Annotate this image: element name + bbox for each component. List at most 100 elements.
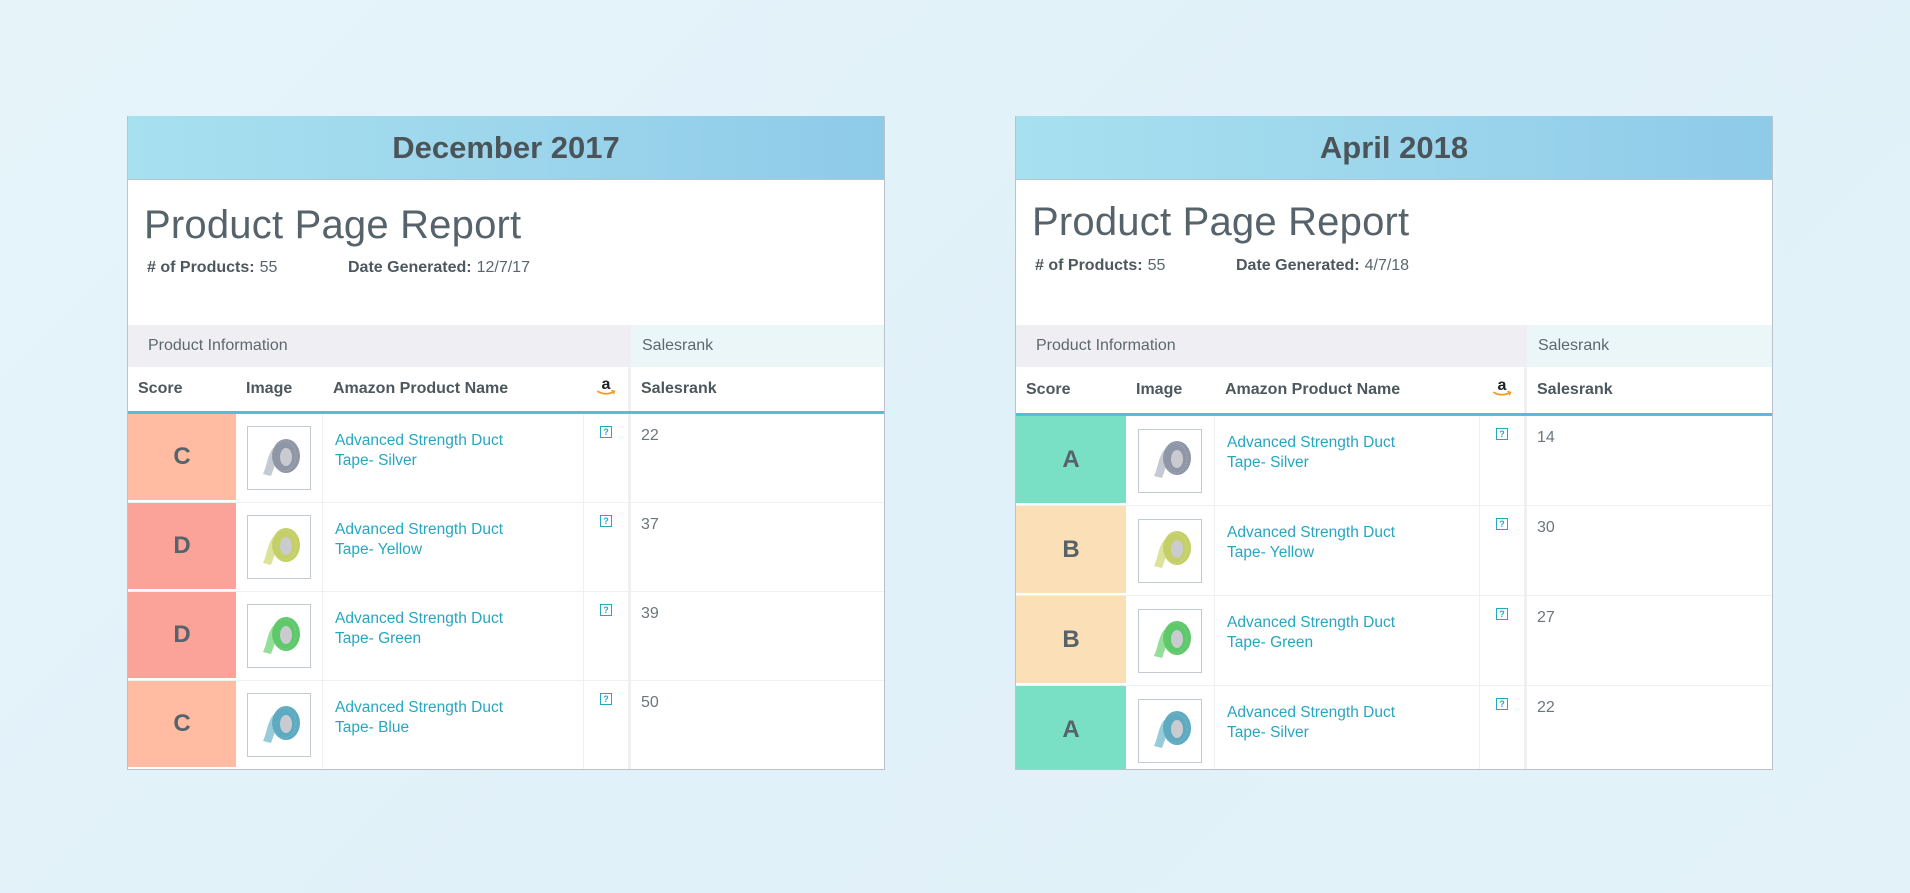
product-count: # of Products: 55 (1035, 257, 1236, 275)
product-name-cell: Advanced Strength Duct Tape- Silver (323, 414, 584, 502)
table-row: C Advanced Strength Duct Tape- Blue? 50 (128, 681, 884, 769)
product-image-cell (236, 414, 323, 502)
date-generated-value: 12/7/17 (476, 259, 530, 276)
column-header-amazon: a (1480, 367, 1527, 413)
column-header-image: Image (246, 380, 293, 397)
column-header-score[interactable]: Score (128, 367, 236, 411)
product-name-link[interactable]: Advanced Strength Duct Tape- Silver (335, 431, 525, 471)
help-icon[interactable]: ? (1496, 428, 1508, 440)
help-icon[interactable]: ? (600, 604, 612, 616)
amazon-link-cell: ? (1480, 506, 1527, 595)
report-meta: # of Products: 55 Date Generated: 12/7/1… (147, 259, 530, 277)
column-header-row: Score Image Amazon Product Name a Salesr… (128, 367, 884, 414)
score-badge: C (128, 414, 236, 502)
column-header-product-name[interactable]: Amazon Product Name (1215, 367, 1480, 413)
help-icon[interactable]: ? (600, 515, 612, 527)
product-image-cell (1126, 506, 1215, 595)
product-name-cell: Advanced Strength Duct Tape- Yellow (323, 503, 584, 591)
amazon-logo-icon: a (1491, 377, 1513, 404)
help-icon[interactable]: ? (1496, 698, 1508, 710)
amazon-link-cell: ? (1480, 596, 1527, 685)
date-generated-label: Date Generated: (348, 259, 472, 276)
amazon-link-cell: ? (584, 592, 631, 680)
product-thumbnail[interactable] (247, 693, 311, 757)
column-header-salesrank[interactable]: Salesrank (631, 367, 884, 411)
product-name-cell: Advanced Strength Duct Tape- Silver (1215, 686, 1480, 769)
salesrank-value: 22 (641, 427, 659, 444)
period-header: December 2017 (128, 116, 884, 180)
column-header-product-name[interactable]: Amazon Product Name (323, 367, 584, 411)
product-count-label: # of Products: (1035, 257, 1143, 274)
product-image-cell (1126, 596, 1215, 685)
product-name-link[interactable]: Advanced Strength Duct Tape- Green (1227, 613, 1417, 653)
table-row: D Advanced Strength Duct Tape- Yellow? 37 (128, 503, 884, 592)
product-name-cell: Advanced Strength Duct Tape- Green (1215, 596, 1480, 685)
product-thumbnail[interactable] (1138, 518, 1202, 583)
amazon-link-cell: ? (1480, 686, 1527, 769)
product-image-cell (236, 681, 323, 769)
product-thumbnail[interactable] (247, 515, 311, 579)
date-generated: Date Generated: 4/7/18 (1236, 257, 1409, 275)
date-generated: Date Generated: 12/7/17 (348, 259, 530, 277)
amazon-link-cell: ? (584, 681, 631, 769)
help-icon[interactable]: ? (1496, 608, 1508, 620)
product-image-cell (236, 503, 323, 591)
salesrank-value: 30 (1537, 519, 1555, 536)
score-value: C (173, 710, 191, 737)
product-name-link[interactable]: Advanced Strength Duct Tape- Green (335, 609, 525, 649)
product-name-link[interactable]: Advanced Strength Duct Tape- Silver (1227, 433, 1417, 473)
product-count-value: 55 (1147, 257, 1166, 274)
score-badge: A (1016, 686, 1126, 769)
salesrank-value: 39 (641, 605, 659, 622)
amazon-link-cell: ? (584, 414, 631, 502)
report-panel-december-2017: December 2017 Product Page Report # of P… (127, 116, 885, 770)
product-thumbnail[interactable] (1138, 698, 1202, 763)
product-image-cell (1126, 416, 1215, 505)
score-value: A (1062, 715, 1080, 743)
help-icon[interactable]: ? (600, 426, 612, 438)
duct-tape-icon (253, 430, 305, 487)
score-badge: B (1016, 596, 1126, 685)
product-thumbnail[interactable] (247, 604, 311, 668)
column-header-row: Score Image Amazon Product Name a Salesr… (1016, 367, 1772, 416)
amazon-logo-icon: a (595, 376, 617, 403)
duct-tape-icon (1144, 522, 1196, 579)
help-icon[interactable]: ? (600, 693, 612, 705)
product-thumbnail[interactable] (1138, 608, 1202, 673)
score-badge: B (1016, 506, 1126, 595)
column-header-score[interactable]: Score (1016, 367, 1126, 413)
score-value: D (173, 621, 191, 648)
column-group-header: Product Information Salesrank (1016, 325, 1772, 367)
product-name-link[interactable]: Advanced Strength Duct Tape- Blue (335, 698, 525, 738)
table-row: B Advanced Strength Duct Tape- Yellow? 30 (1016, 506, 1772, 596)
salesrank-value: 37 (641, 516, 659, 533)
product-thumbnail[interactable] (247, 426, 311, 490)
salesrank-value: 50 (641, 694, 659, 711)
amazon-link-cell: ? (1480, 416, 1527, 505)
group-product-information: Product Information (1016, 325, 1527, 367)
group-salesrank: Salesrank (631, 325, 884, 367)
column-header-amazon: a (584, 367, 631, 411)
product-thumbnail[interactable] (1138, 428, 1202, 493)
product-count: # of Products: 55 (147, 259, 348, 277)
product-name-cell: Advanced Strength Duct Tape- Silver (1215, 416, 1480, 505)
date-generated-value: 4/7/18 (1364, 257, 1410, 274)
duct-tape-icon (1144, 612, 1196, 669)
column-header-image: Image (1136, 381, 1183, 398)
product-table-body: C Advanced Strength Duct Tape- Silver? 22 D… (128, 414, 884, 769)
duct-tape-icon (253, 608, 305, 665)
amazon-link-cell: ? (584, 503, 631, 591)
product-name-link[interactable]: Advanced Strength Duct Tape- Yellow (335, 520, 525, 560)
table-row: B Advanced Strength Duct Tape- Green? 27 (1016, 596, 1772, 686)
product-name-link[interactable]: Advanced Strength Duct Tape- Silver (1227, 703, 1417, 743)
column-header-salesrank[interactable]: Salesrank (1527, 367, 1772, 413)
score-value: C (173, 443, 191, 470)
product-count-label: # of Products: (147, 259, 255, 276)
product-name-cell: Advanced Strength Duct Tape- Green (323, 592, 584, 680)
duct-tape-icon (253, 519, 305, 576)
group-salesrank: Salesrank (1527, 325, 1772, 367)
help-icon[interactable]: ? (1496, 518, 1508, 530)
salesrank-value: 27 (1537, 609, 1555, 626)
product-name-link[interactable]: Advanced Strength Duct Tape- Yellow (1227, 523, 1417, 563)
salesrank-value: 22 (1537, 699, 1555, 716)
